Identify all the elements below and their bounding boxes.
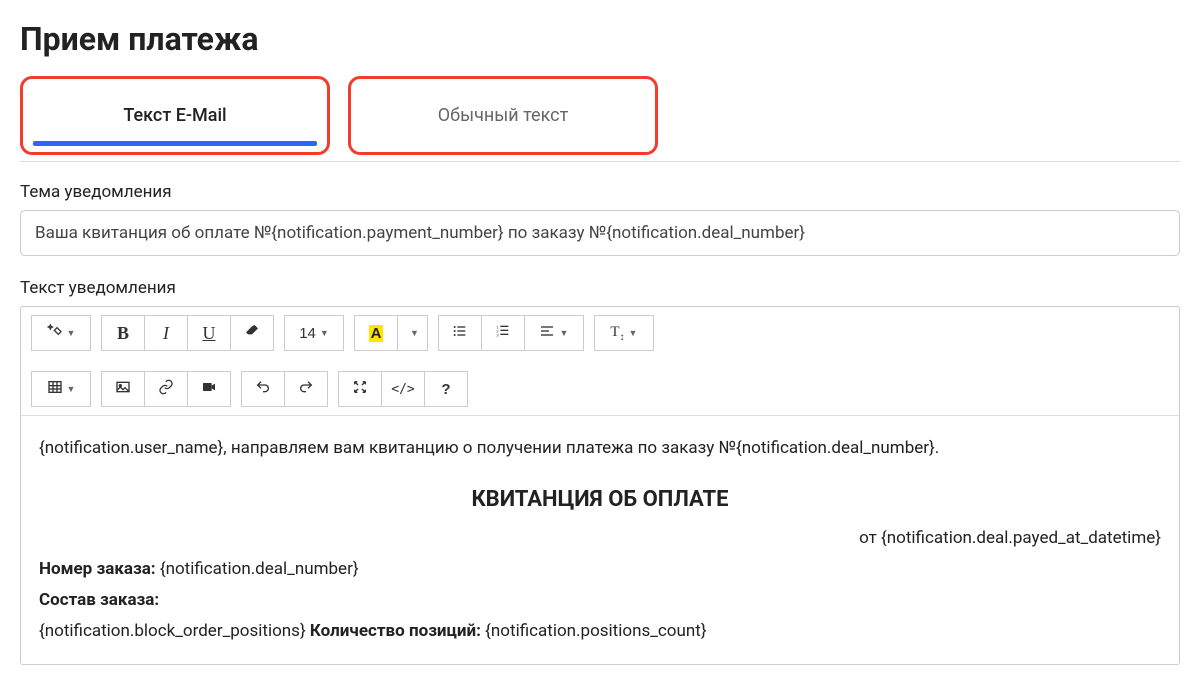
fontcolor-button[interactable]: A — [354, 315, 398, 351]
body-intro-line: {notification.user_name}, направляем вам… — [39, 434, 1161, 463]
editor-content[interactable]: {notification.user_name}, направляем вам… — [21, 416, 1179, 664]
tab-email-label: Текст E-Mail — [123, 105, 226, 126]
video-icon — [201, 379, 217, 399]
subject-input[interactable] — [20, 210, 1180, 256]
caret-icon: ▼ — [320, 328, 329, 338]
body-label: Текст уведомления — [20, 278, 1180, 298]
codeview-button[interactable]: </> — [381, 371, 425, 407]
order-number-label: Номер заказа: — [39, 559, 156, 579]
image-icon — [115, 379, 131, 399]
table-icon — [47, 379, 63, 399]
body-items-label-line: Состав заказа: — [39, 586, 1161, 615]
redo-button[interactable] — [284, 371, 328, 407]
align-icon — [539, 323, 555, 343]
underline-button[interactable]: U — [187, 315, 231, 351]
order-number-value: {notification.deal_number} — [156, 559, 359, 579]
tabs: Текст E-Mail Обычный текст — [20, 76, 1180, 162]
body-receipt-title: КВИТАНЦИЯ ОБ ОПЛАТЕ — [39, 481, 1161, 518]
image-button[interactable] — [101, 371, 145, 407]
clear-format-button[interactable]: T↕ ▼ — [594, 315, 654, 351]
order-items-label: Состав заказа: — [39, 590, 159, 610]
undo-icon — [255, 379, 271, 399]
fontcolor-dropdown[interactable]: ▼ — [397, 315, 428, 351]
clear-format-icon: T↕ — [610, 324, 624, 343]
positions-block: {notification.block_order_positions} — [39, 621, 310, 641]
magic-button[interactable]: ▼ — [31, 315, 91, 351]
code-icon: </> — [391, 382, 414, 397]
font-color-icon: A — [369, 325, 384, 342]
positions-count-label: Количество позиций: — [310, 621, 481, 641]
help-icon: ? — [441, 381, 450, 398]
fullscreen-icon — [352, 379, 368, 399]
tab-plain-label: Обычный текст — [438, 105, 568, 126]
fontsize-value: 14 — [299, 325, 316, 342]
tab-plain-text[interactable]: Обычный текст — [348, 76, 658, 155]
fullscreen-button[interactable] — [338, 371, 382, 407]
subject-label: Тема уведомления — [20, 182, 1180, 202]
unordered-list-button[interactable] — [438, 315, 482, 351]
fontsize-button[interactable]: 14 ▼ — [284, 315, 344, 351]
link-icon — [158, 379, 174, 399]
svg-text:3: 3 — [496, 332, 499, 337]
table-button[interactable]: ▼ — [31, 371, 91, 407]
tab-email-text[interactable]: Текст E-Mail — [20, 76, 330, 155]
paragraph-button[interactable]: ▼ — [524, 315, 584, 351]
caret-icon: ▼ — [410, 328, 419, 338]
caret-icon: ▼ — [67, 384, 76, 394]
rich-text-editor: ▼ B I U 14 ▼ A ▼ — [20, 306, 1180, 665]
italic-button[interactable]: I — [144, 315, 188, 351]
bold-button[interactable]: B — [101, 315, 145, 351]
caret-icon: ▼ — [629, 328, 638, 338]
magic-icon — [47, 323, 63, 343]
positions-count-value: {notification.positions_count} — [481, 621, 707, 641]
redo-icon — [298, 379, 314, 399]
body-positions-line: {notification.block_order_positions} Кол… — [39, 617, 1161, 646]
help-button[interactable]: ? — [424, 371, 468, 407]
page-title: Прием платежа — [20, 20, 1180, 58]
video-button[interactable] — [187, 371, 231, 407]
undo-button[interactable] — [241, 371, 285, 407]
caret-icon: ▼ — [67, 328, 76, 338]
list-ol-icon: 123 — [495, 323, 511, 343]
eraser-icon — [244, 323, 260, 343]
link-button[interactable] — [144, 371, 188, 407]
body-order-line: Номер заказа: {notification.deal_number} — [39, 555, 1161, 584]
editor-toolbar: ▼ B I U 14 ▼ A ▼ — [21, 307, 1179, 416]
ordered-list-button[interactable]: 123 — [481, 315, 525, 351]
eraser-button[interactable] — [230, 315, 274, 351]
list-ul-icon — [452, 323, 468, 343]
caret-icon: ▼ — [559, 328, 568, 338]
body-date-line: от {notification.deal.payed_at_datetime} — [39, 524, 1161, 553]
